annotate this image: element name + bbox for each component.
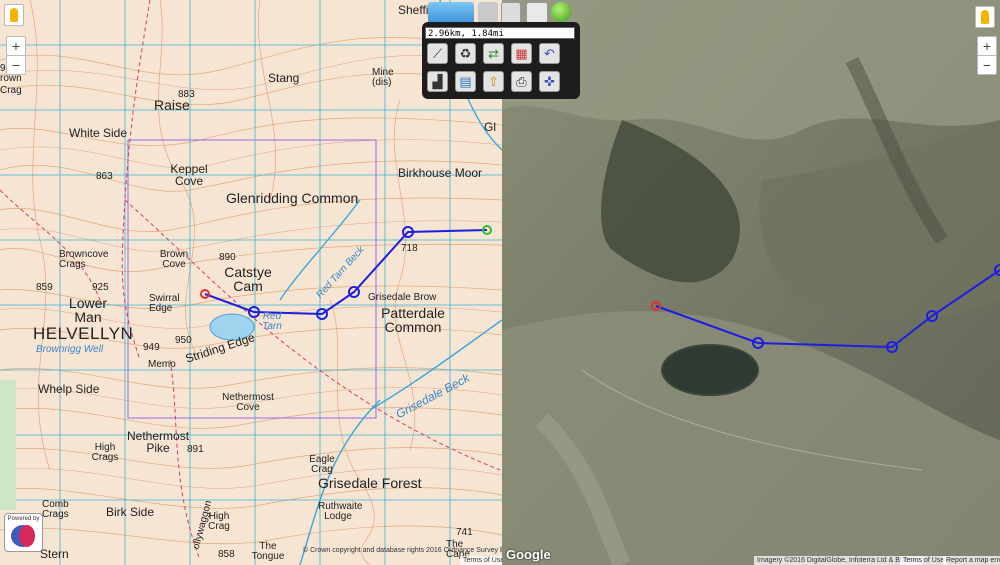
os-attribution: © Crown copyright and database rights 20… [303,547,502,554]
settings-icon[interactable] [478,2,498,24]
reverse-route-icon[interactable]: ⇄ [483,43,504,64]
clear-route-icon[interactable]: ♻ [455,43,476,64]
route-toolbox: 2.96km, 1.84mi ⟋ ♻ ⇄ ▦ ↶ ▟ ▤ ⇧ ⎙ ✜ [422,22,580,99]
split-view-icon[interactable] [501,2,521,24]
label-red-tarn: Red Tarn [262,311,282,332]
os-terms-link[interactable]: Terms of Use [460,556,502,565]
layers-switch-icon[interactable] [428,2,474,24]
label-spot-718: 718 [401,243,418,254]
label-memo: Memo [148,359,176,370]
label-white-side: White Side [69,126,128,140]
label-the-tongue: The Tongue [251,541,285,562]
woodland [0,380,16,510]
label-grisedale-forest: Grisedale Forest [318,475,422,491]
label-spot-883: 883 [178,89,195,100]
distance-readout: 2.96km, 1.84mi [425,27,575,39]
label-brownrigg-well: Brownrigg Well [36,344,104,355]
map-print-icon[interactable]: ▤ [455,71,476,92]
label-brown-cove: Brown Cove [159,249,189,270]
label-ruthwaite-lodge: Ruthwaite Lodge [318,501,363,522]
ruler-icon[interactable]: ⟋ [427,43,448,64]
label-nethermost-cove: Nethermost Cove [222,392,274,413]
sat-terms-link[interactable]: Terms of Use [900,556,948,565]
label-crag-left: Crag [0,85,22,96]
label-birkhouse-moor: Birkhouse Moor [398,166,483,180]
label-gla: Gl [484,120,496,134]
red-tarn-satellite [661,344,759,396]
center-target-icon[interactable]: ✜ [539,71,560,92]
label-spot-949: 949 [143,342,160,353]
pegman-icon[interactable] [4,4,24,26]
layers-grid-icon[interactable]: ▦ [511,43,532,64]
label-eagle-crag: Eagle Crag [309,454,335,475]
label-spot-950: 950 [175,335,192,346]
label-birk-side: Birk Side [106,505,155,519]
label-browncove-crags: Browncove Crags [59,249,109,270]
label-nethermost-pike: Nethermost Pike [127,429,190,455]
google-logo: Google [506,547,551,562]
sat-zoom-out-button[interactable]: − [977,55,997,75]
label-high-crags: High Crags [91,442,119,463]
label-comb-crags: Comb Crags [42,499,69,520]
os-zoom-in-button[interactable]: + [6,36,26,56]
label-spot-925: 925 [92,282,109,293]
label-helvellyn: HELVELLYN [33,324,134,343]
label-stern: Stern [40,547,69,561]
label-spot-891: 891 [187,444,204,455]
undo-icon[interactable]: ↶ [539,43,560,64]
label-spot-859: 859 [36,282,53,293]
label-patterdale-common: Patterdale Common [381,305,445,335]
label-mine: Mine (dis) [372,67,394,88]
sat-zoom-in-button[interactable]: + [977,36,997,56]
label-grisedale-brow: Grisedale Brow [368,292,437,303]
label-swirral-edge: Swirral Edge [149,293,180,314]
os-zoom-out-button[interactable]: − [6,55,26,75]
label-raise: Raise [154,97,190,113]
map-toggle-icon[interactable] [526,2,548,24]
os-logo-mark-accent [19,525,35,547]
export-icon[interactable]: ⇧ [483,71,504,92]
report-map-error-link[interactable]: Report a map error [943,556,1000,565]
ordnance-survey-logo: Powered by [4,513,43,552]
sat-attribution: Imagery ©2016 DigitalGlobe, Infoterra Lt… [754,556,923,565]
label-lower-man: Lower Man [68,295,108,325]
label-catstye-cam: Catstye Cam [224,264,272,294]
label-keppel-cove: Keppel Cove [170,162,208,188]
label-spot-741: 741 [456,527,473,538]
label-stang: Stang [268,71,300,85]
label-glenridding-common: Glenridding Common [226,190,359,206]
powered-by-label: Powered by [7,516,40,522]
elevation-profile-icon[interactable]: ▟ [427,71,448,92]
label-spot-863: 863 [96,171,113,182]
label-spot-858: 858 [218,549,235,560]
label-row-crag: rown [0,73,22,84]
pegman-icon[interactable] [975,6,995,28]
label-spot-890: 890 [219,252,236,263]
go-icon[interactable] [551,2,571,22]
label-whelp-side: Whelp Side [38,382,100,396]
printer-icon[interactable]: ⎙ [511,71,532,92]
